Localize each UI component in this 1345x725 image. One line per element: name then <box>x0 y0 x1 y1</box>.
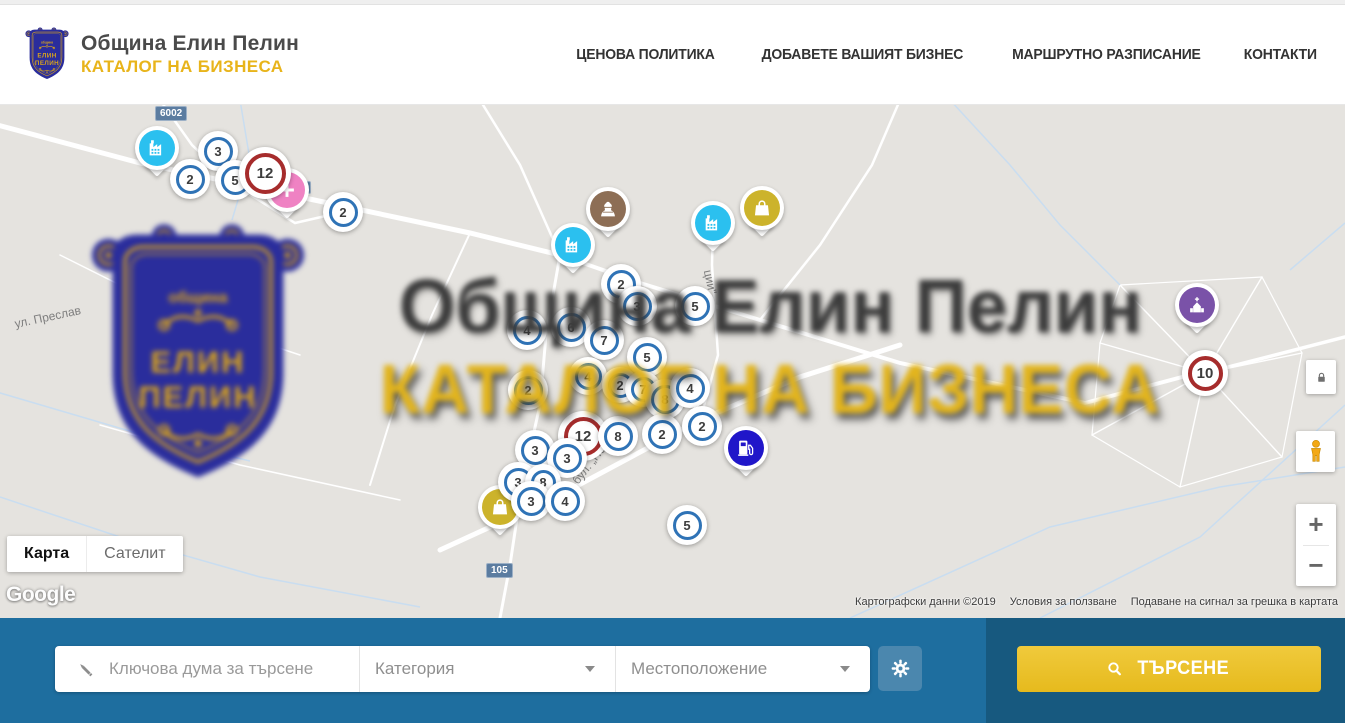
factory-icon <box>139 130 175 166</box>
google-map[interactable]: 6002105 ул. Преславбул. „Новоселции" 325… <box>0 105 1345 618</box>
pegman-streetview-button[interactable] <box>1296 431 1335 472</box>
advanced-settings-button[interactable] <box>878 646 922 691</box>
chevron-down-icon <box>585 666 595 672</box>
category-dropdown[interactable]: Категория <box>359 646 615 692</box>
site-logo[interactable]: община ЕЛИН ПЕЛИН Община Елин Пелин КАТА… <box>25 26 299 83</box>
cluster-count: 2 <box>514 376 543 405</box>
map-type-switcher: Карта Сателит <box>7 536 183 572</box>
map-pin-factory[interactable] <box>551 223 595 281</box>
cluster-count: 7 <box>590 326 619 355</box>
location-dropdown-label: Местоположение <box>631 659 767 679</box>
map-attribution: Картографски данни ©2019 Условия за полз… <box>855 596 1338 608</box>
keyword-section <box>55 646 359 692</box>
pencil-icon <box>75 659 96 680</box>
cluster-count: 4 <box>676 374 705 403</box>
cluster-count: 12 <box>245 153 286 194</box>
municipality-crest-icon: община ЕЛИН ПЕЛИН <box>25 26 69 83</box>
category-dropdown-label: Категория <box>375 659 454 679</box>
pegman-icon <box>1302 438 1330 466</box>
marker-cluster[interactable]: 4 <box>670 368 710 408</box>
search-bar: Категория Местоположение <box>0 618 1345 723</box>
keyword-search-input[interactable] <box>109 659 359 679</box>
worker-icon <box>590 191 626 227</box>
nav-item-add-business[interactable]: ДОБАВЕТЕ ВАШИЯТ БИЗНЕС <box>762 46 964 63</box>
nav-item-pricing[interactable]: ЦЕНОВА ПОЛИТИКА <box>576 46 714 63</box>
marker-cluster[interactable]: 2 <box>508 370 548 410</box>
location-dropdown[interactable]: Местоположение <box>615 646 870 692</box>
map-lock-button[interactable] <box>1306 360 1336 394</box>
site-title: Община Елин Пелин <box>81 32 299 57</box>
cluster-count: 4 <box>575 363 602 390</box>
chevron-down-icon <box>840 666 850 672</box>
road-number-badge: 105 <box>486 563 513 578</box>
cluster-count: 3 <box>521 436 550 465</box>
cluster-count: 2 <box>176 165 205 194</box>
attribution-terms-link[interactable]: Условия за ползване <box>1010 596 1117 608</box>
map-pin-church[interactable] <box>1175 283 1219 341</box>
marker-cluster[interactable]: 4 <box>545 481 585 521</box>
lock-icon <box>1314 370 1329 385</box>
cluster-count: 2 <box>648 420 677 449</box>
map-pin-shopping-bag[interactable] <box>740 186 784 244</box>
marker-cluster[interactable]: 2 <box>682 406 722 446</box>
marker-cluster[interactable]: 4 <box>507 310 547 350</box>
google-logo[interactable]: Google <box>6 583 75 607</box>
zoom-control: + − <box>1296 504 1336 586</box>
map-type-satellite-button[interactable]: Сателит <box>86 536 182 572</box>
zoom-out-button[interactable]: − <box>1296 546 1336 586</box>
marker-cluster[interactable]: 5 <box>675 286 715 326</box>
site-subtitle: КАТАЛОГ НА БИЗНЕСА <box>81 57 299 77</box>
nav-item-contacts[interactable]: КОНТАКТИ <box>1244 46 1317 63</box>
cluster-count: 5 <box>681 292 710 321</box>
factory-icon <box>695 205 731 241</box>
main-nav: ЦЕНОВА ПОЛИТИКА ДОБАВЕТЕ ВАШИЯТ БИЗНЕС М… <box>571 46 1320 63</box>
map-pin-factory[interactable] <box>691 201 735 259</box>
marker-cluster[interactable]: 5 <box>667 505 707 545</box>
marker-cluster[interactable]: 7 <box>584 320 624 360</box>
cluster-count: 4 <box>551 487 580 516</box>
cluster-count: 4 <box>513 316 542 345</box>
marker-cluster[interactable]: 12 <box>239 147 291 199</box>
marker-cluster[interactable]: 8 <box>598 416 638 456</box>
cluster-count: 3 <box>623 292 652 321</box>
church-icon <box>1179 287 1215 323</box>
cluster-count: 8 <box>604 422 633 451</box>
cluster-count: 2 <box>688 412 717 441</box>
cluster-count: 3 <box>517 487 546 516</box>
attribution-report-error-link[interactable]: Подаване на сигнал за грешка в картата <box>1131 596 1338 608</box>
search-fields-box: Категория Местоположение <box>55 646 870 692</box>
map-type-map-button[interactable]: Карта <box>7 536 86 572</box>
cluster-count: 5 <box>633 343 662 372</box>
cluster-count: 6 <box>557 313 586 342</box>
fuel-icon <box>728 430 764 466</box>
marker-cluster[interactable]: 4 <box>569 357 607 395</box>
marker-cluster[interactable]: 2 <box>170 159 210 199</box>
marker-cluster[interactable]: 2 <box>642 414 682 454</box>
gear-icon <box>889 657 912 680</box>
nav-item-route-schedule[interactable]: МАРШРУТНО РАЗПИСАНИЕ <box>1012 46 1201 63</box>
marker-cluster[interactable]: 2 <box>323 192 363 232</box>
attribution-map-data: Картографски данни ©2019 <box>855 596 996 608</box>
factory-icon <box>555 227 591 263</box>
cluster-count: 3 <box>553 444 582 473</box>
cluster-count: 5 <box>673 511 702 540</box>
search-button-label: ТЪРСЕНЕ <box>1138 658 1230 680</box>
svg-text:ЕЛИН: ЕЛИН <box>37 53 56 60</box>
svg-text:община: община <box>41 40 53 44</box>
cluster-count: 2 <box>329 198 358 227</box>
search-icon <box>1106 660 1124 678</box>
cluster-count: 10 <box>1188 356 1223 391</box>
marker-cluster[interactable]: 3 <box>617 286 657 326</box>
road-number-badge: 6002 <box>155 106 187 121</box>
shopping-bag-icon <box>744 190 780 226</box>
svg-text:ПЕЛИН: ПЕЛИН <box>35 60 59 67</box>
marker-cluster[interactable]: 10 <box>1182 350 1228 396</box>
search-submit-button[interactable]: ТЪРСЕНЕ <box>1017 646 1321 692</box>
site-header: община ЕЛИН ПЕЛИН Община Елин Пелин КАТА… <box>0 5 1345 105</box>
zoom-in-button[interactable]: + <box>1296 505 1336 545</box>
map-pin-fuel[interactable] <box>724 426 768 484</box>
